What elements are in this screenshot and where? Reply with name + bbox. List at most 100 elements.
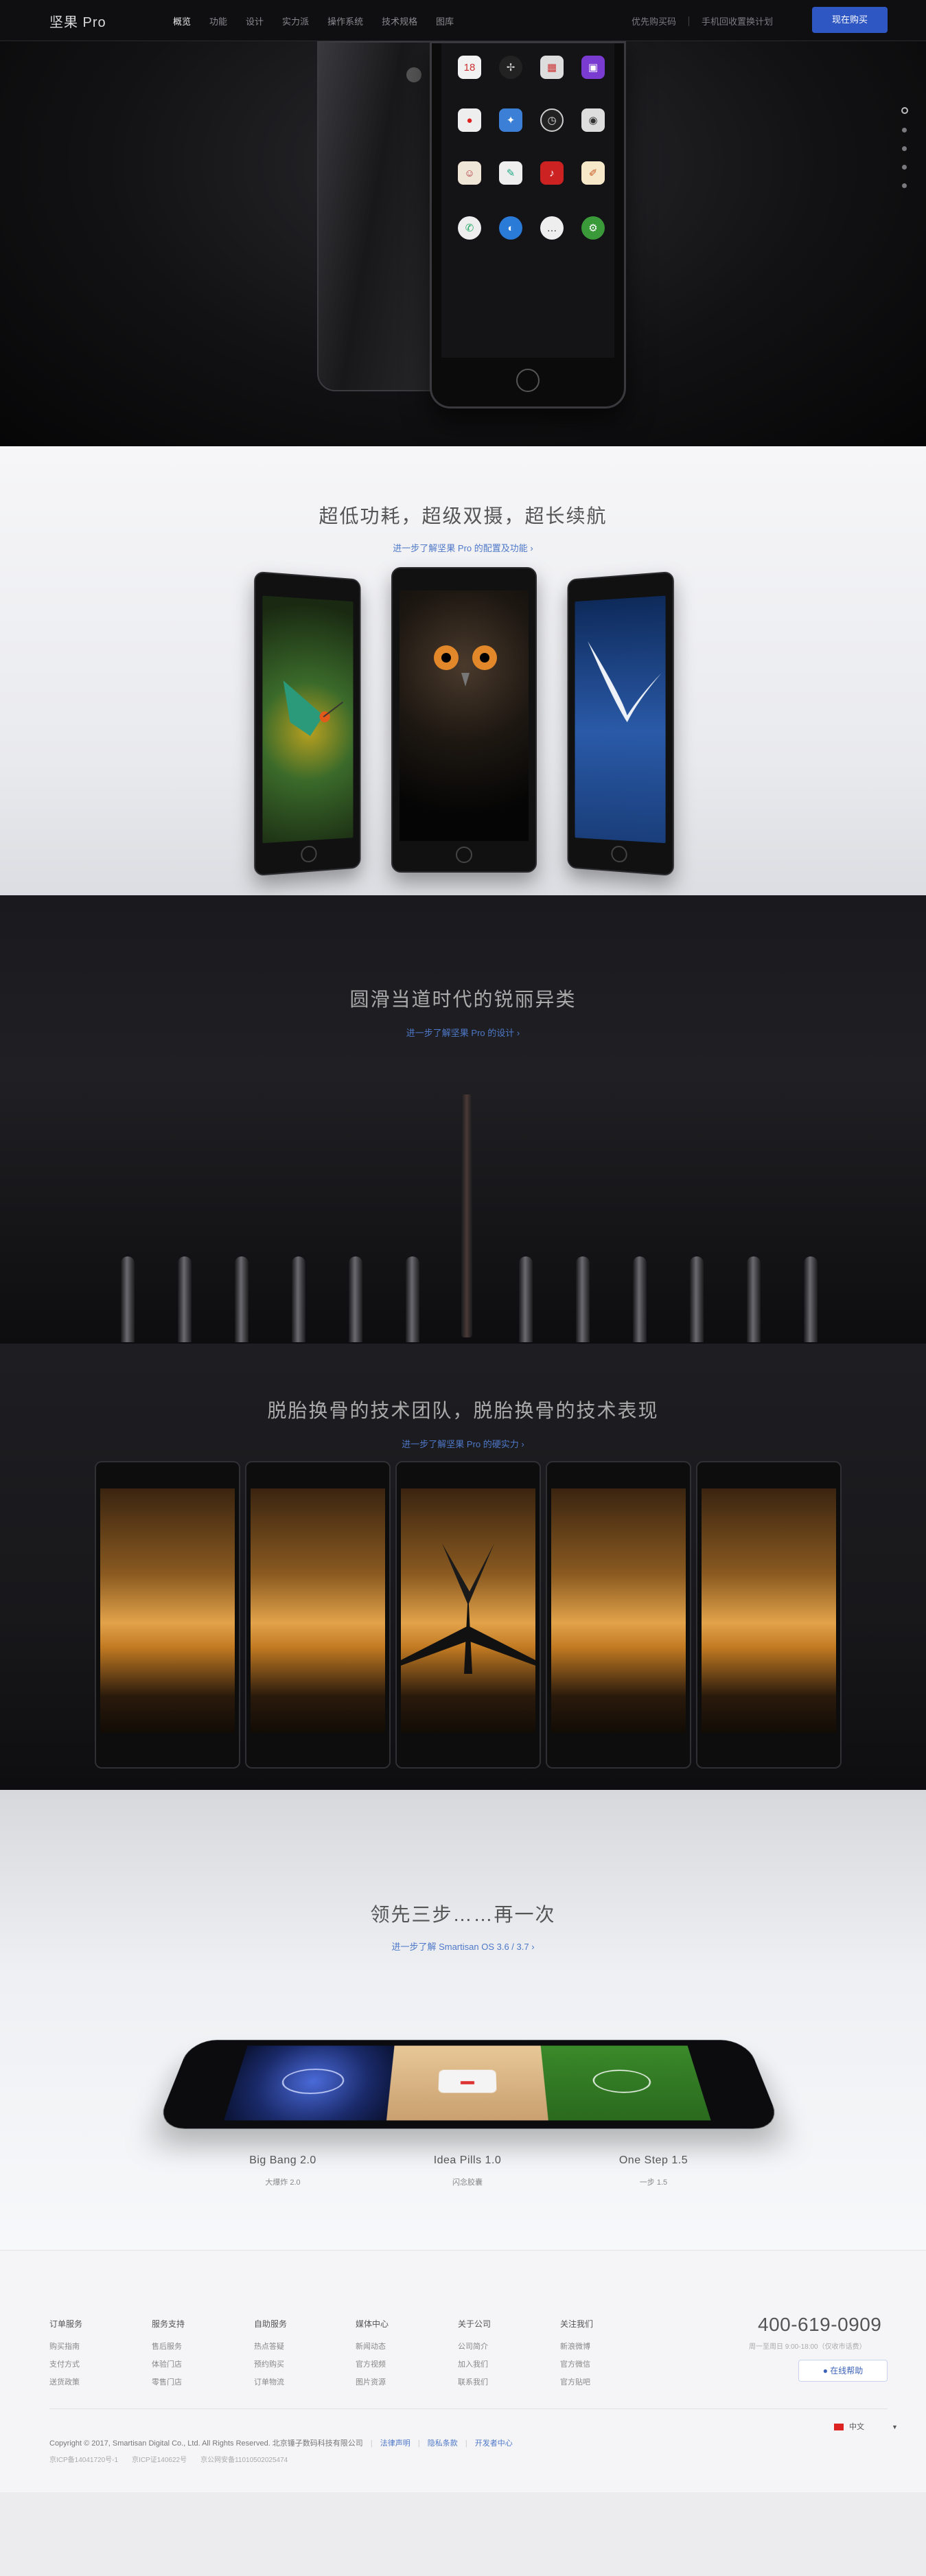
page-bottom [0,2492,926,2576]
footer-link[interactable]: 体验门店 [152,2358,185,2369]
footer-link[interactable]: 公司简介 [458,2341,491,2351]
top-navigation-bar: 坚果 Pro 概览 功能 设计 实力派 操作系统 技术规格 图库 优先购买码 手… [0,0,926,41]
privacy-link[interactable]: 隐私条款 [428,2439,458,2448]
music-icon: ♪ [540,161,564,185]
buy-now-button[interactable]: 现在购买 [812,7,888,33]
footer-column-media: 媒体中心 新闻动态 官方视频 图片资源 [356,2318,389,2394]
home-button [611,845,627,863]
pager-dot[interactable] [901,107,908,114]
brand-logo[interactable]: 坚果 Pro [49,11,106,31]
phone-panel-image [395,1461,541,1769]
trade-in-link[interactable]: 手机回收置换计划 [702,14,773,27]
section-link[interactable]: 进一步了解坚果 Pro 的配置及功能 › [0,541,926,554]
apps-grid-icon: ▦ [540,56,564,79]
pillar-image [292,1256,305,1342]
landscape-phone-image: ▬ [155,2040,783,2129]
photos-icon: ✦ [499,108,522,132]
nav-overview[interactable]: 概览 [173,14,191,27]
footer-link[interactable]: 购买指南 [49,2341,82,2351]
pager-dot[interactable] [902,165,907,170]
hummingbird-image [262,595,354,844]
section-title: 领先三步……再一次 [370,1904,556,1925]
owl-eyes-shape [434,645,497,687]
legal-link[interactable]: 法律声明 [380,2439,410,2448]
pager-dot[interactable] [902,128,907,133]
footer-link[interactable]: 预约购买 [254,2358,287,2369]
one-step-icon [590,2069,653,2093]
memo-icon: ✐ [581,161,605,185]
nav-os[interactable]: 操作系统 [327,14,363,27]
phone-panel-image [546,1461,691,1769]
contacts-icon: ☺ [458,161,481,185]
footer-link[interactable]: 官方视频 [356,2358,389,2369]
footer-column-title: 关注我们 [560,2319,594,2329]
footer-column-title: 关于公司 [458,2319,491,2329]
nav-features[interactable]: 功能 [209,14,227,27]
phone-center-image [391,567,537,873]
section-link[interactable]: 进一步了解坚果 Pro 的设计 › [0,1026,926,1039]
pillar-image [576,1256,590,1342]
home-button [516,369,540,392]
footer-link[interactable]: 加入我们 [458,2358,491,2369]
language-label: 中文 [849,2423,864,2431]
footer-link[interactable]: 支付方式 [49,2358,82,2369]
sunset-image [702,1488,836,1733]
section-title: 圆滑当道时代的锐丽异类 [349,989,577,1010]
footer-link[interactable]: 新闻动态 [356,2341,389,2351]
footer-column-orders: 订单服务 购买指南 支付方式 送货政策 [49,2318,82,2394]
footer-column-support: 服务支持 售后服务 体验门店 零售门店 [152,2318,185,2394]
pillar-image [178,1256,192,1342]
nav-design[interactable]: 设计 [246,14,264,27]
help-icon: ● [822,2366,831,2376]
footer-link[interactable]: 联系我们 [458,2376,491,2387]
feature-subtitle: 大爆炸 2.0 [265,2178,301,2187]
pillar-image [804,1256,818,1342]
browser-icon: ◐ [499,216,522,240]
calendar-icon: 18 [458,56,481,79]
record-icon: ● [458,108,481,132]
hotline-hours: 周一至周日 9:00-18:00（仅收市话费） [749,2343,866,2351]
notes-icon: ✎ [499,161,522,185]
pillar-image [406,1256,419,1342]
pillar-image [690,1256,704,1342]
language-selector[interactable]: 中文 ▼ [834,2421,898,2432]
online-help-button[interactable]: ● 在线帮助 [798,2360,888,2382]
footer-link[interactable]: 官方微信 [560,2358,593,2369]
feature-subtitle: 闪念胶囊 [452,2178,483,2187]
camera-icon [406,67,421,82]
footer-link[interactable]: 零售门店 [152,2376,185,2387]
tern-shape [588,638,662,723]
footer-link[interactable]: 图片资源 [356,2376,389,2387]
phone-screen: ▬ [224,2045,711,2121]
pillar-image [121,1256,135,1342]
section-title: 脱胎换骨的技术团队，脱胎换骨的技术表现 [267,1400,659,1421]
developer-link[interactable]: 开发者中心 [475,2439,513,2448]
footer-link[interactable]: 新浪微博 [560,2341,593,2351]
nav-specs[interactable]: 技术规格 [382,14,417,27]
sunset-image [251,1488,385,1733]
feature-subtitle: 一步 1.5 [639,2178,668,2187]
pager-dot[interactable] [902,146,907,151]
feature-name: Big Bang 2.0 [249,2154,316,2166]
section-link[interactable]: 进一步了解坚果 Pro 的硬实力 › [0,1437,926,1450]
big-bang-icon [279,2069,347,2094]
pillar-image [349,1256,362,1342]
footer-link[interactable]: 订单物流 [254,2376,287,2387]
sunset-image [551,1488,686,1733]
idea-pills-screen: ▬ [386,2045,549,2121]
priority-code-link[interactable]: 优先购买码 [632,14,676,27]
footer-link[interactable]: 官方贴吧 [560,2376,593,2387]
pillar-image [235,1256,248,1342]
footer-link[interactable]: 热点答疑 [254,2341,287,2351]
footer-link[interactable]: 送货政策 [49,2376,82,2387]
footer-link[interactable]: 售后服务 [152,2341,185,2351]
nav-power[interactable]: 实力派 [282,14,309,27]
copyright-line: Copyright © 2017, Smartisan Digital Co.,… [49,2439,513,2448]
nav-gallery[interactable]: 图库 [436,14,454,27]
section-link[interactable]: 进一步了解 Smartisan OS 3.6 / 3.7 › [0,1940,926,1953]
pager-dot[interactable] [902,183,907,188]
clock-icon: ◷ [540,108,564,132]
phone-front-image: 18 ✢ ▦ ▣ ● ✦ ◷ ◉ ☺ ✎ ♪ ✐ ✆ ◐ … ⚙ [430,41,626,409]
hummingbird-shape [283,680,353,737]
footer-column-title: 服务支持 [152,2319,185,2329]
